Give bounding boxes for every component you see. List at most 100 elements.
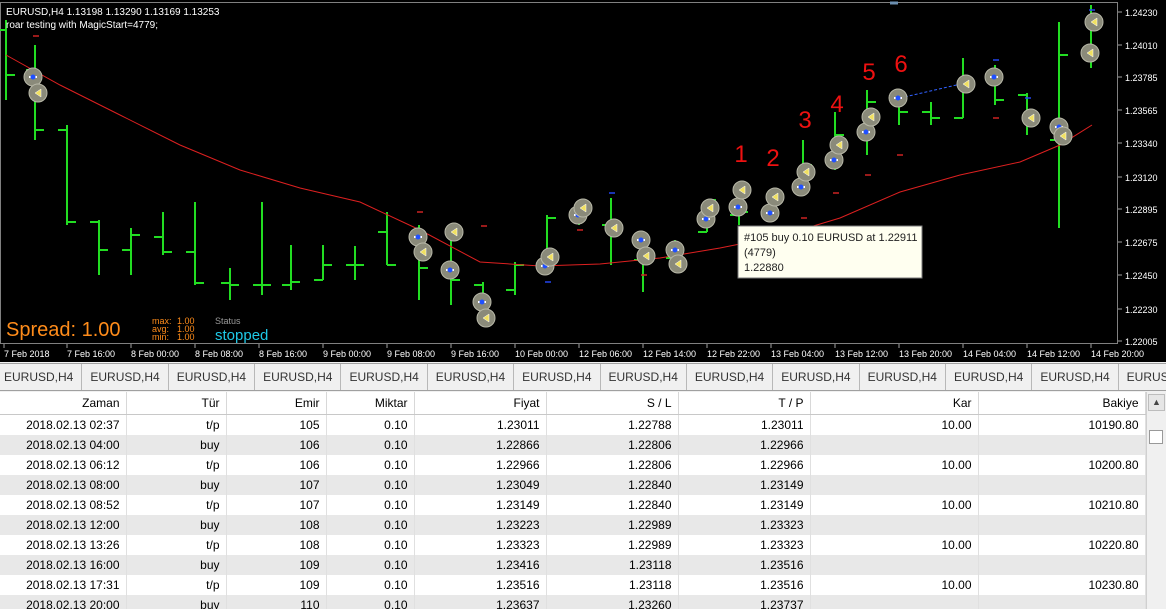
chart-tab[interactable]: EURUSD,H4 — [687, 364, 774, 390]
trade-marker-icon[interactable] — [765, 187, 785, 207]
trade-marker-icon[interactable] — [956, 74, 976, 94]
table-row[interactable]: 2018.02.13 08:00 buy 107 0.10 1.23049 1.22840… — [0, 475, 1146, 495]
trade-marker-icon[interactable] — [1053, 126, 1073, 146]
table-cell: 10.00 — [810, 495, 979, 515]
table-cell: 105 — [226, 414, 327, 435]
trade-marker-icon[interactable] — [636, 246, 656, 266]
table-cell: 107 — [226, 475, 327, 495]
table-cell: 10.00 — [810, 455, 979, 475]
trade-marker-icon[interactable] — [984, 67, 1004, 87]
table-cell: 0.10 — [326, 455, 415, 475]
table-cell — [978, 595, 1146, 609]
trade-marker-icon[interactable] — [28, 83, 48, 103]
trade-marker-icon[interactable] — [23, 67, 43, 87]
table-cell: buy — [126, 595, 227, 609]
table-cell: 2018.02.13 16:00 — [0, 555, 127, 575]
price-label: 1.23120 — [1125, 173, 1158, 183]
table-row[interactable]: 2018.02.13 02:37 t/p 105 0.10 1.23011 1.22788… — [0, 414, 1146, 435]
chart-tab[interactable]: EURUSD,H4 — [1032, 364, 1119, 390]
table-row[interactable]: 2018.02.13 04:00 buy 106 0.10 1.22866 1.22806… — [0, 435, 1146, 455]
trade-markers[interactable] — [23, 12, 1104, 328]
column-header[interactable]: S / L — [546, 392, 679, 415]
column-header[interactable]: Kar — [810, 392, 979, 415]
table-cell: 2018.02.13 20:00 — [0, 595, 127, 609]
table-scrollbar[interactable]: ▲ — [1146, 392, 1166, 609]
column-header[interactable]: Zaman — [0, 392, 127, 415]
scroll-up-icon[interactable]: ▲ — [1148, 394, 1165, 411]
table-row[interactable]: 2018.02.13 20:00 buy 110 0.10 1.23637 1.23260… — [0, 595, 1146, 609]
trade-marker-icon[interactable] — [476, 308, 496, 328]
trade-marker-icon[interactable] — [631, 230, 651, 250]
chart-tab[interactable]: EURUSD,H4 — [860, 364, 946, 390]
trade-marker-icon[interactable] — [700, 198, 720, 218]
chart-tab[interactable]: EURUSD,H4 — [0, 364, 83, 390]
trade-marker-icon[interactable] — [829, 135, 849, 155]
chart-tab[interactable]: EURUSD,H4 — [773, 364, 860, 390]
table-cell: 2018.02.13 17:31 — [0, 575, 127, 595]
chart-tab[interactable]: EURUSD,H4 — [82, 364, 169, 390]
trade-marker-icon[interactable] — [540, 247, 560, 267]
trade-tooltip: #105 buy 0.10 EURUSD at 1.22911 (4779) 1… — [737, 225, 923, 279]
ohlc-bar — [0, 20, 15, 100]
scroll-thumb[interactable] — [1149, 430, 1163, 444]
chart-tab[interactable]: EURUSD,H4 — [946, 364, 1033, 390]
column-header[interactable]: Miktar — [326, 392, 415, 415]
trade-marker-icon[interactable] — [472, 292, 492, 312]
trade-marker-icon[interactable] — [888, 88, 908, 108]
trade-marker-icon[interactable] — [440, 260, 460, 280]
table-cell: 0.10 — [326, 595, 415, 609]
time-label: 8 Feb 16:00 — [259, 349, 307, 359]
trade-marker-icon[interactable] — [444, 222, 464, 242]
table-cell: 0.10 — [326, 475, 415, 495]
column-header[interactable]: Bakiye — [978, 392, 1146, 415]
price-chart[interactable]: 123456 1.24230 1.24010 1.23785 1.23565 1.233… — [0, 0, 1166, 362]
table-row[interactable]: 2018.02.13 17:31 t/p 109 0.10 1.23516 1.23118… — [0, 575, 1146, 595]
column-header[interactable]: Tür — [126, 392, 227, 415]
table-row[interactable]: 2018.02.13 13:26 t/p 108 0.10 1.23323 1.22989… — [0, 535, 1146, 555]
table-cell: 1.23223 — [414, 515, 547, 535]
ohlc-bar — [90, 220, 108, 275]
price-label: 1.23565 — [1125, 106, 1158, 116]
table-cell — [978, 555, 1146, 575]
table-cell: 10190.80 — [978, 414, 1146, 435]
trade-marker-icon[interactable] — [760, 203, 780, 223]
table-row[interactable]: 2018.02.13 16:00 buy 109 0.10 1.23416 1.23118… — [0, 555, 1146, 575]
chart-tab[interactable]: EURUSD,H4 — [169, 364, 256, 390]
chart-tab[interactable]: EURUSD,H4 — [514, 364, 601, 390]
trade-marker-icon[interactable] — [1080, 43, 1100, 63]
chart-header-symbol: EURUSD,H4 1.13198 1.13290 1.13169 1.1325… — [6, 7, 220, 18]
trade-marker-icon[interactable] — [1021, 108, 1041, 128]
column-header[interactable]: T / P — [678, 392, 811, 415]
chart-tab[interactable]: EURUSD,H4 — [428, 364, 515, 390]
time-label: 13 Feb 20:00 — [899, 349, 952, 359]
trade-marker-icon[interactable] — [413, 242, 433, 262]
table-cell — [810, 595, 979, 609]
trade-marker-icon[interactable] — [668, 254, 688, 274]
trade-marker-icon[interactable] — [861, 107, 881, 127]
trade-marker-icon[interactable] — [796, 162, 816, 182]
chart-tab[interactable]: EURUSD,H4 — [255, 364, 342, 390]
table-cell: 10.00 — [810, 414, 979, 435]
table-cell: 2018.02.13 08:52 — [0, 495, 127, 515]
chart-tab[interactable]: EURUSD,H4 — [1119, 364, 1166, 390]
chart-tab[interactable]: EURUSD,H4 — [341, 364, 428, 390]
table-cell: 1.22966 — [678, 435, 811, 455]
table-cell: 1.23737 — [678, 595, 811, 609]
trade-marker-icon[interactable] — [573, 198, 593, 218]
price-label: 1.24230 — [1125, 8, 1158, 18]
column-header[interactable]: Fiyat — [414, 392, 547, 415]
status-value: stopped — [215, 327, 268, 344]
chart-tab[interactable]: EURUSD,H4 — [601, 364, 687, 390]
trade-marker-icon[interactable] — [728, 197, 748, 217]
trade-marker-icon[interactable] — [1084, 12, 1104, 32]
table-row[interactable]: 2018.02.13 12:00 buy 108 0.10 1.23223 1.22989… — [0, 515, 1146, 535]
column-header[interactable]: Emir — [226, 392, 327, 415]
chart-canvas[interactable]: 1 2345 6 1.24230 1.24010 1.23785 1.23565 1.233… — [0, 0, 1166, 362]
trade-marker-icon[interactable] — [604, 218, 624, 238]
table-cell: 0.10 — [326, 435, 415, 455]
table-cell — [810, 475, 979, 495]
trade-marker-icon[interactable] — [732, 180, 752, 200]
table-row[interactable]: 2018.02.13 06:12 t/p 106 0.10 1.22966 1.22806… — [0, 455, 1146, 475]
table-row[interactable]: 2018.02.13 08:52 t/p 107 0.10 1.23149 1.22840… — [0, 495, 1146, 515]
table-cell: 107 — [226, 495, 327, 515]
